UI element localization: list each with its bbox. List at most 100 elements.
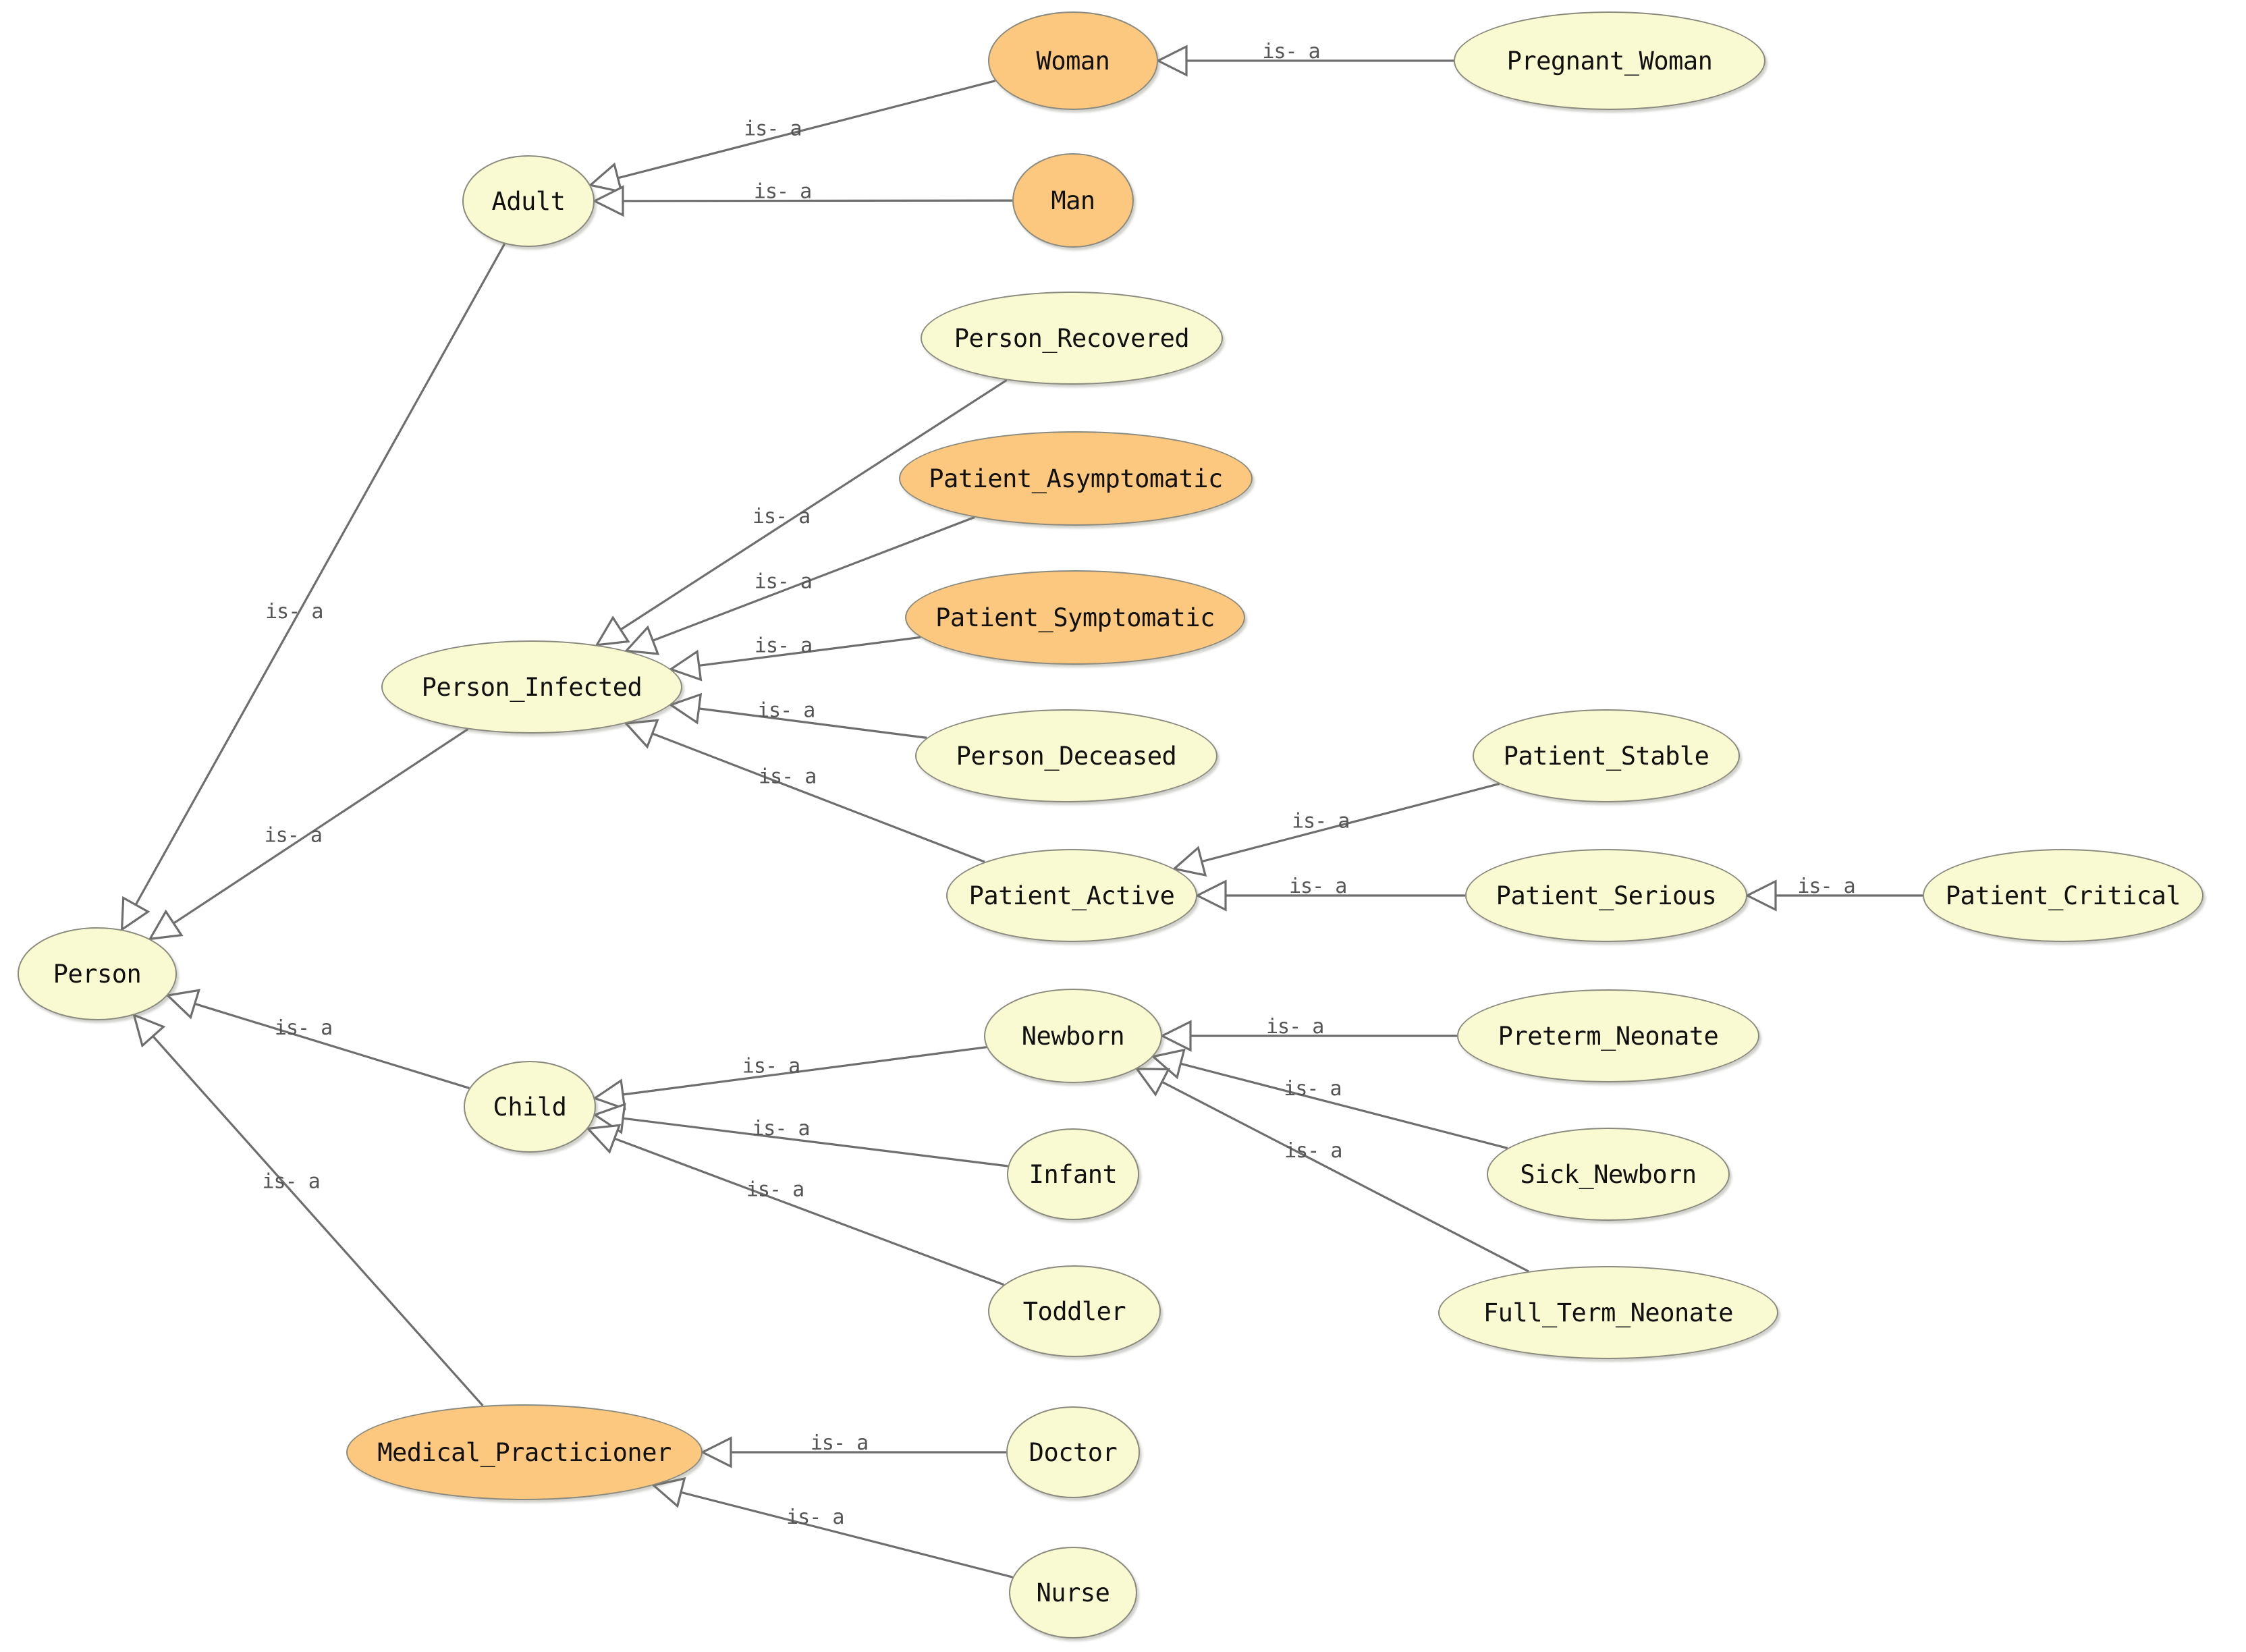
- node-patient_serious[interactable]: Patient_Serious: [1465, 849, 1747, 942]
- edge-label: is- a: [1797, 875, 1855, 898]
- edge-label: is- a: [755, 570, 812, 593]
- edge-infant-to-child: is- a: [592, 1102, 1008, 1167]
- edge-doctor-to-medical_practicioner: is- a: [700, 1431, 1006, 1468]
- edge-label: is- a: [275, 1016, 332, 1040]
- node-label: Infant: [1029, 1159, 1118, 1189]
- node-label: Pregnant_Woman: [1506, 46, 1713, 76]
- edge-person_deceased-to-person_infected: is- a: [668, 692, 927, 739]
- node-label: Toddler: [1022, 1296, 1126, 1326]
- node-person_recovered[interactable]: Person_Recovered: [921, 292, 1223, 385]
- node-person_deceased[interactable]: Person_Deceased: [915, 709, 1217, 802]
- edge-person_infected-to-person: is- a: [148, 728, 469, 941]
- node-doctor[interactable]: Doctor: [1006, 1406, 1140, 1498]
- edge-nurse-to-medical_practicioner: is- a: [651, 1477, 1013, 1578]
- node-patient_asymptomatic[interactable]: Patient_Asymptomatic: [899, 431, 1253, 526]
- edge-line: [152, 1035, 484, 1407]
- edge-label: is- a: [786, 1506, 844, 1529]
- edge-line: [618, 80, 996, 180]
- edge-line: [680, 1491, 1013, 1578]
- node-label: Adult: [491, 186, 566, 216]
- edge-patient_stable-to-patient_active: is- a: [1172, 782, 1500, 877]
- node-patient_stable[interactable]: Patient_Stable: [1473, 709, 1740, 802]
- node-man[interactable]: Man: [1012, 153, 1134, 248]
- node-label: Patient_Asymptomatic: [929, 464, 1223, 493]
- generalization-arrowhead-icon: [588, 162, 623, 194]
- edge-pregnant_woman-to-woman: is- a: [1155, 40, 1454, 77]
- node-label: Nurse: [1036, 1578, 1110, 1607]
- node-patient_critical[interactable]: Patient_Critical: [1923, 849, 2203, 942]
- edge-label: is- a: [811, 1431, 868, 1455]
- edge-label: is- a: [755, 634, 812, 657]
- node-patient_symptomatic[interactable]: Patient_Symptomatic: [905, 570, 1245, 665]
- node-label: Patient_Critical: [1945, 881, 2181, 910]
- edge-line: [622, 1117, 1008, 1167]
- node-child[interactable]: Child: [464, 1061, 596, 1153]
- edge-line: [134, 243, 506, 906]
- edge-label: is- a: [1289, 875, 1346, 898]
- node-label: Preterm_Neonate: [1498, 1021, 1719, 1051]
- edge-label: is- a: [759, 765, 816, 788]
- node-person_infected[interactable]: Person_Infected: [381, 640, 682, 734]
- node-preterm_neonate[interactable]: Preterm_Neonate: [1457, 989, 1759, 1082]
- generalization-arrowhead-icon: [1159, 1020, 1192, 1052]
- edge-line: [1201, 782, 1500, 863]
- node-person[interactable]: Person: [18, 927, 177, 1020]
- node-label: Newborn: [1021, 1021, 1125, 1051]
- edge-line: [1180, 1062, 1508, 1149]
- generalization-arrowhead-icon: [585, 1124, 622, 1154]
- generalization-arrowhead-icon: [132, 1013, 166, 1048]
- node-label: Patient_Serious: [1496, 881, 1717, 910]
- node-label: Medical_Practicioner: [377, 1437, 672, 1467]
- generalization-arrowhead-icon: [165, 989, 201, 1020]
- edge-preterm_neonate-to-newborn: is- a: [1159, 1015, 1457, 1052]
- edge-label: is- a: [262, 1170, 319, 1194]
- node-infant[interactable]: Infant: [1007, 1128, 1139, 1220]
- node-label: Child: [493, 1092, 567, 1122]
- edge-newborn-to-child: is- a: [592, 1046, 987, 1111]
- edge-label: is- a: [746, 1178, 804, 1201]
- edge-child-to-person: is- a: [165, 989, 470, 1089]
- edge-man-to-adult: is- a: [592, 180, 1013, 217]
- generalization-arrowhead-icon: [700, 1436, 732, 1468]
- node-label: Person_Recovered: [954, 323, 1190, 353]
- generalization-arrowhead-icon: [1745, 879, 1777, 912]
- edge-label: is- a: [1284, 1077, 1341, 1101]
- edge-label: is- a: [742, 1054, 800, 1078]
- node-toddler[interactable]: Toddler: [988, 1265, 1161, 1357]
- node-label: Patient_Symptomatic: [935, 603, 1215, 632]
- edge-label: is- a: [757, 699, 815, 723]
- edge-line: [1161, 1080, 1529, 1273]
- generalization-arrowhead-icon: [1195, 879, 1227, 912]
- node-label: Doctor: [1029, 1437, 1118, 1467]
- edge-label: is- a: [1292, 810, 1349, 833]
- node-label: Sick_Newborn: [1520, 1159, 1697, 1189]
- edge-label: is- a: [752, 505, 810, 528]
- edge-label: is- a: [1284, 1139, 1342, 1163]
- node-medical_practicioner[interactable]: Medical_Practicioner: [346, 1404, 703, 1500]
- generalization-arrowhead-icon: [595, 615, 630, 646]
- node-sick_newborn[interactable]: Sick_Newborn: [1487, 1128, 1730, 1221]
- edge-line: [622, 199, 1013, 202]
- node-label: Full_Term_Neonate: [1483, 1298, 1734, 1327]
- edge-line: [622, 1046, 987, 1096]
- generalization-arrowhead-icon: [120, 896, 150, 932]
- edge-label: is- a: [1266, 1015, 1323, 1039]
- node-pregnant_woman[interactable]: Pregnant_Woman: [1454, 11, 1765, 110]
- node-patient_active[interactable]: Patient_Active: [946, 849, 1197, 942]
- edge-sick_newborn-to-newborn: is- a: [1151, 1048, 1508, 1149]
- node-label: Man: [1051, 186, 1095, 215]
- node-adult[interactable]: Adult: [462, 155, 595, 247]
- node-woman[interactable]: Woman: [988, 11, 1158, 110]
- edge-line: [613, 1137, 1005, 1286]
- edge-label: is- a: [744, 117, 801, 141]
- node-label: Woman: [1036, 46, 1110, 76]
- generalization-arrowhead-icon: [592, 1078, 626, 1111]
- edge-patient_serious-to-patient_active: is- a: [1195, 875, 1465, 912]
- node-label: Person: [53, 959, 142, 989]
- edge-toddler-to-child: is- a: [585, 1124, 1005, 1286]
- node-full_term_neonate[interactable]: Full_Term_Neonate: [1438, 1266, 1778, 1359]
- node-nurse[interactable]: Nurse: [1009, 1547, 1137, 1639]
- edge-patient_critical-to-patient_serious: is- a: [1745, 875, 1923, 912]
- node-newborn[interactable]: Newborn: [984, 989, 1162, 1083]
- generalization-arrowhead-icon: [592, 185, 624, 217]
